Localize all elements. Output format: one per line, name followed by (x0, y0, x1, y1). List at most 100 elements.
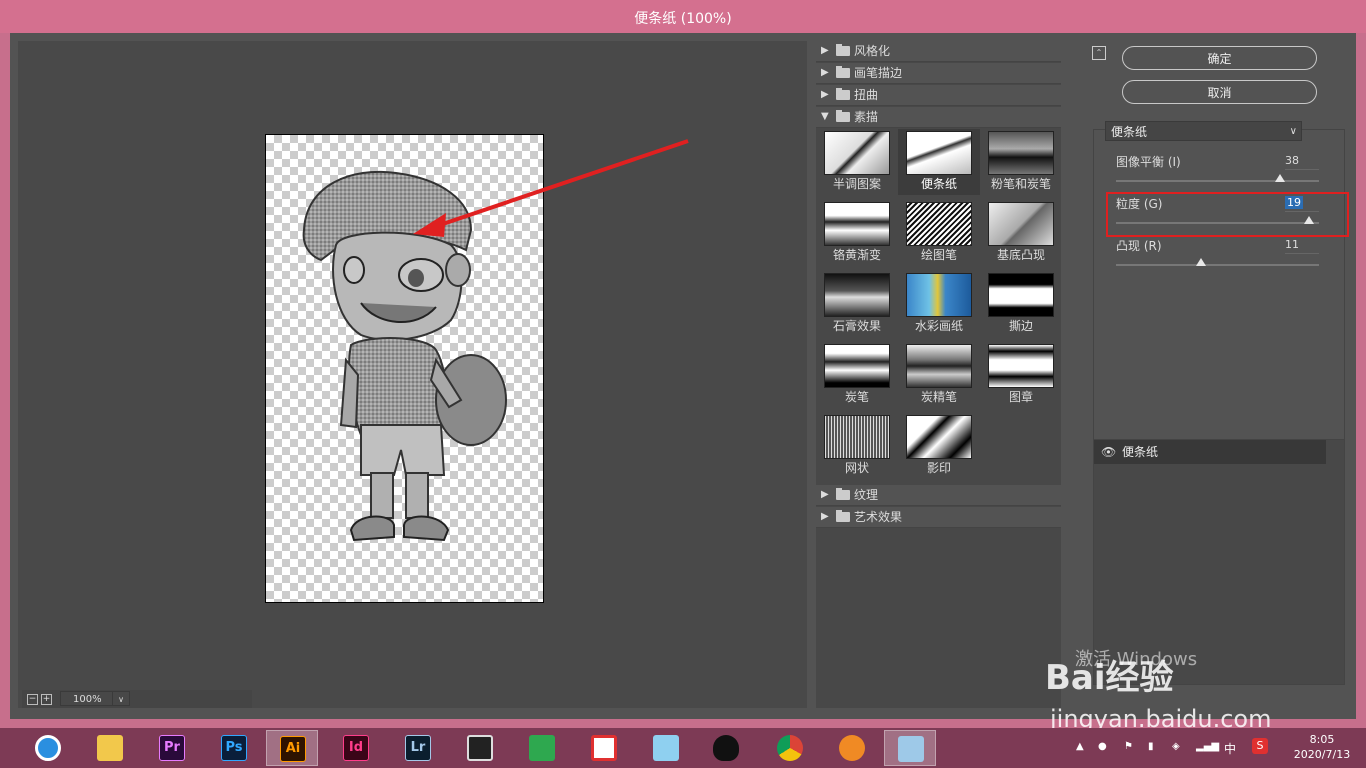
taskbar-indesign[interactable]: Id (330, 730, 382, 766)
filter-thumb-note-paper[interactable] (906, 131, 972, 175)
folder-icon (836, 66, 850, 78)
taskbar-app-active[interactable] (884, 730, 936, 766)
effect-layer-label: 便条纸 (1122, 445, 1159, 459)
taskbar-qq[interactable] (700, 730, 752, 766)
folder-icon (97, 735, 123, 761)
app-blue-icon (653, 735, 679, 761)
slider-label-image-balance: 图像平衡 (I) (1116, 155, 1181, 169)
slider-image-balance[interactable] (1116, 180, 1319, 182)
value-relief[interactable]: 11 (1285, 237, 1319, 254)
category-artistic[interactable]: ▶ 艺术效果 (816, 507, 1061, 528)
chrome-icon (777, 735, 803, 761)
chevron-down-icon: ∨ (1289, 126, 1297, 137)
photoshop-icon: Ps (221, 735, 247, 761)
slider-handle[interactable] (1275, 174, 1286, 182)
baidu-jingyan-logo: Bai经验 (1045, 658, 1174, 698)
filter-label: 粉笔和炭笔 (990, 177, 1051, 191)
eye-icon[interactable]: 👁 (1101, 440, 1116, 464)
category-label: 画笔描边 (854, 66, 903, 80)
tray-signal-icon[interactable]: ▂▄▆ (1196, 741, 1219, 752)
zoom-in-button[interactable]: + (41, 694, 52, 705)
filter-thumb-stamp[interactable] (988, 344, 1054, 388)
indesign-icon: Id (343, 735, 369, 761)
taskbar-video[interactable] (454, 730, 506, 766)
cancel-button[interactable]: 取消 (1122, 80, 1317, 104)
filter-list-panel: ▶ 风格化 ▶ 画笔描边 ▶ 扭曲 ▼ 素描 半调图案 便条纸 粉笔和炭笔 铬黄… (816, 41, 1061, 708)
folder-icon (836, 488, 850, 500)
preview-area[interactable]: − + 100% ∨ (18, 41, 807, 708)
filter-controls-panel: ⌃ 确定 取消 便条纸 ∨ 图像平衡 (I) 38 粒度 (G) 19 凸现 (… (1080, 41, 1348, 708)
taskbar-chrome[interactable] (764, 730, 816, 766)
taskbar-explorer[interactable] (84, 730, 136, 766)
illustrator-icon: Ai (280, 736, 306, 762)
filter-thumb-chrome[interactable] (824, 202, 890, 246)
category-brush-strokes[interactable]: ▶ 画笔描边 (816, 63, 1061, 84)
filter-thumb-graphic-pen[interactable] (906, 202, 972, 246)
folder-icon (836, 44, 850, 56)
tray-input-method[interactable]: 中 (1224, 740, 1236, 757)
slider-handle[interactable] (1196, 258, 1207, 266)
category-label: 艺术效果 (854, 510, 903, 524)
slider-label-relief: 凸现 (R) (1116, 239, 1162, 253)
filter-label: 绘图笔 (920, 248, 957, 262)
filter-select[interactable]: 便条纸 ∨ (1105, 121, 1302, 141)
tray-up-arrow-icon[interactable]: ▲ (1076, 741, 1084, 752)
zoom-select[interactable]: 100% ∨ (60, 691, 130, 706)
filter-gallery-dialog: − + 100% ∨ ▶ 风格化 ▶ 画笔描边 ▶ 扭曲 ▼ 素描 半调图案 便… (10, 33, 1356, 719)
filter-thumb-bas-relief[interactable] (988, 202, 1054, 246)
sogou-icon[interactable]: S (1252, 738, 1268, 754)
category-distort[interactable]: ▶ 扭曲 (816, 85, 1061, 106)
category-stylize[interactable]: ▶ 风格化 (816, 41, 1061, 62)
taskbar-app-blue[interactable] (640, 730, 692, 766)
zoom-out-button[interactable]: − (27, 694, 38, 705)
filter-thumb-plaster[interactable] (824, 273, 890, 317)
category-sketch[interactable]: ▼ 素描 (816, 107, 1061, 128)
expand-arrow-icon: ▶ (821, 511, 829, 522)
clock-date: 2020/7/13 (1293, 748, 1351, 761)
taskbar-app-green[interactable] (516, 730, 568, 766)
slider-relief[interactable] (1116, 264, 1319, 266)
window-titlebar: 便条纸 (100%) (0, 0, 1366, 33)
filter-thumb-water-paper[interactable] (906, 273, 972, 317)
collapse-gallery-icon[interactable]: ⌃ (1092, 46, 1106, 60)
filter-thumb-reticulation[interactable] (824, 415, 890, 459)
filter-thumb-halftone[interactable] (824, 131, 890, 175)
expand-arrow-icon: ▶ (821, 67, 829, 78)
taskbar-browser[interactable] (22, 730, 74, 766)
taskbar-app-orange[interactable] (826, 730, 878, 766)
taskbar-illustrator[interactable]: Ai (266, 730, 318, 766)
filter-label: 水彩画纸 (914, 319, 963, 333)
folder-icon (836, 88, 850, 100)
category-label: 纹理 (854, 488, 879, 502)
filter-thumb-chalk-charcoal[interactable] (988, 131, 1054, 175)
expand-arrow-icon: ▶ (821, 489, 829, 500)
qq-icon (713, 735, 739, 761)
tray-battery-icon[interactable]: ▮ (1148, 741, 1154, 752)
filter-thumb-conte-crayon[interactable] (906, 344, 972, 388)
filter-thumb-photocopy[interactable] (906, 415, 972, 459)
clock-time: 8:05 (1309, 733, 1335, 746)
ok-button[interactable]: 确定 (1122, 46, 1317, 70)
taskbar-app-red[interactable] (578, 730, 630, 766)
value-image-balance[interactable]: 38 (1285, 153, 1319, 170)
highlight-box (1106, 192, 1349, 237)
folder-open-icon (836, 110, 850, 122)
tray-flag-icon[interactable]: ⚑ (1124, 741, 1133, 752)
filter-label: 铬黄渐变 (832, 248, 881, 262)
system-clock[interactable]: 8:05 2020/7/13 (1292, 732, 1352, 762)
taskbar-photoshop[interactable]: Ps (208, 730, 260, 766)
window-title: 便条纸 (100%) (634, 11, 732, 27)
tray-qq-icon[interactable]: ● (1098, 741, 1107, 752)
filter-label: 炭笔 (844, 390, 869, 404)
filter-thumb-torn-edges[interactable] (988, 273, 1054, 317)
category-texture[interactable]: ▶ 纹理 (816, 485, 1061, 506)
filter-thumb-charcoal[interactable] (824, 344, 890, 388)
browser-icon (35, 735, 61, 761)
filter-label: 炭精笔 (920, 390, 957, 404)
category-label: 扭曲 (854, 88, 879, 102)
effect-layer-row[interactable]: 👁 便条纸 (1094, 440, 1326, 464)
filter-label: 影印 (926, 461, 951, 475)
tray-network-icon[interactable]: ◈ (1172, 741, 1180, 752)
taskbar-premiere[interactable]: Pr (146, 730, 198, 766)
taskbar-lightroom[interactable]: Lr (392, 730, 444, 766)
